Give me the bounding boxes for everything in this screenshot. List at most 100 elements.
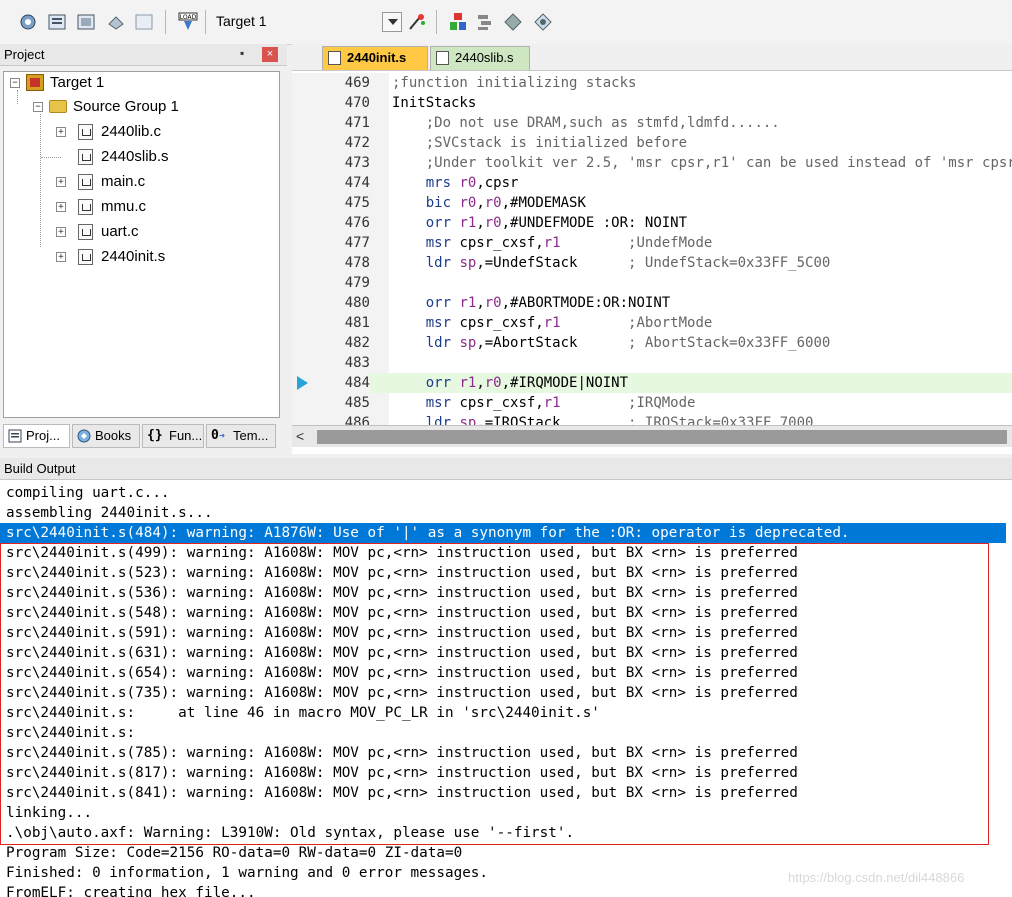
code-line[interactable]: 478 ldr sp,=UndefStack ; UndefStack=0x33… — [292, 253, 1012, 273]
build-output-panel: Build Output compiling uart.c... assembli… — [0, 458, 1012, 897]
project-header: Project ▪ × — [0, 44, 287, 66]
stop-build-icon[interactable] — [134, 12, 154, 32]
tree-connector — [41, 157, 61, 158]
code-line[interactable]: 474 mrs r0,cpsr — [292, 173, 1012, 193]
build-output-line[interactable]: src\2440init.s: — [6, 723, 1012, 743]
line-number: 473 — [344, 155, 370, 171]
line-number: 485 — [344, 395, 370, 411]
build-output-line[interactable]: src\2440init.s(654): warning: A1608W: MO… — [6, 663, 1012, 683]
code-line[interactable]: 482 ldr sp,=AbortStack ; AbortStack=0x33… — [292, 333, 1012, 353]
scroll-left-icon[interactable]: < — [296, 428, 304, 444]
code-line[interactable]: 475 bic r0,r0,#MODEMASK — [292, 193, 1012, 213]
code-text: msr cpsr_cxsf,r1 ;AbortMode — [425, 315, 713, 331]
code-line[interactable]: 473 ;Under toolkit ver 2.5, 'msr cpsr,r1… — [292, 153, 1012, 173]
code-text: ldr sp,=IRQStack ; IRQStack=0x33FF_7000 — [425, 415, 814, 425]
pin-icon[interactable]: ▪ — [240, 46, 244, 60]
code-line[interactable]: 483 — [292, 353, 1012, 373]
code-line[interactable]: 476 orr r1,r0,#UNDEFMODE :OR: NOINT — [292, 213, 1012, 233]
build-icon[interactable] — [47, 12, 67, 32]
target-select[interactable]: Target 1 — [216, 13, 267, 29]
tab-books[interactable]: Books — [72, 424, 140, 448]
manage-components-icon[interactable] — [448, 12, 468, 32]
tab-templates[interactable]: 0➜ Tem... — [206, 424, 276, 448]
build-output-line[interactable]: src\2440init.s(499): warning: A1608W: MO… — [6, 543, 1012, 563]
scrollbar-thumb[interactable] — [317, 430, 1007, 444]
expand-icon[interactable]: + — [56, 127, 66, 137]
build-output-line[interactable]: src\2440init.s(591): warning: A1608W: MO… — [6, 623, 1012, 643]
target-options-icon[interactable] — [407, 12, 427, 32]
pack-installer-icon[interactable] — [475, 12, 495, 32]
tab-label: Tem... — [233, 428, 269, 443]
collapse-icon[interactable]: − — [10, 78, 20, 88]
build-output-line[interactable]: .\obj\auto.axf: Warning: L3910W: Old syn… — [6, 823, 1012, 843]
build-output-line[interactable]: src\2440init.s(536): warning: A1608W: MO… — [6, 583, 1012, 603]
expand-icon[interactable]: + — [56, 202, 66, 212]
code-line[interactable]: 469 ;function initializing stacks — [292, 73, 1012, 93]
line-number: 469 — [344, 75, 370, 91]
close-icon[interactable]: × — [262, 47, 278, 62]
tab-functions[interactable]: {} Fun... — [142, 424, 204, 448]
folder-icon — [49, 100, 67, 113]
tab-2440init-s[interactable]: 2440init.s — [322, 46, 428, 70]
collapse-icon[interactable]: − — [33, 102, 43, 112]
build-output-line[interactable]: src\2440init.s(484): warning: A1876W: Us… — [0, 523, 1006, 543]
toolbar: LOAD Target 1 — [0, 0, 1012, 45]
chevron-down-icon[interactable] — [382, 12, 402, 32]
line-number: 478 — [344, 255, 370, 271]
build-output-line[interactable]: Program Size: Code=2156 RO-data=0 RW-dat… — [6, 843, 1012, 863]
build-output-line[interactable]: src\2440init.s(785): warning: A1608W: MO… — [6, 743, 1012, 763]
rebuild-icon[interactable] — [76, 12, 96, 32]
batch-build-icon[interactable] — [106, 12, 126, 32]
build-output-line[interactable]: compiling uart.c... — [6, 483, 1012, 503]
line-number: 482 — [344, 335, 370, 351]
translate-icon[interactable] — [18, 12, 38, 32]
tree-item-label: 2440init.s — [101, 248, 166, 265]
code-line[interactable]: 470 InitStacks — [292, 93, 1012, 113]
build-output-line[interactable]: src\2440init.s(817): warning: A1608W: MO… — [6, 763, 1012, 783]
code-line[interactable]: 471 ;Do not use DRAM,such as stmfd,ldmfd… — [292, 113, 1012, 133]
build-output-line[interactable]: src\2440init.s(735): warning: A1608W: MO… — [6, 683, 1012, 703]
file-icon — [328, 51, 341, 65]
build-output-line[interactable]: FromELF: creating hex file... — [6, 883, 1012, 897]
file-icon — [78, 174, 93, 190]
expand-icon[interactable]: + — [56, 227, 66, 237]
select-packs-icon[interactable] — [503, 12, 523, 32]
horizontal-scrollbar[interactable]: < — [292, 425, 1012, 447]
tree-item-label: mmu.c — [101, 198, 146, 215]
load-icon[interactable]: LOAD — [178, 12, 198, 32]
code-text: bic r0,r0,#MODEMASK — [425, 195, 586, 211]
build-output-line[interactable]: src\2440init.s(523): warning: A1608W: MO… — [6, 563, 1012, 583]
code-line[interactable]: 479 — [292, 273, 1012, 293]
manage-rte-icon[interactable] — [533, 12, 553, 32]
code-text: ;Under toolkit ver 2.5, 'msr cpsr,r1' ca… — [425, 155, 1012, 171]
code-line[interactable]: 486 ldr sp,=IRQStack ; IRQStack=0x33FF_7… — [292, 413, 1012, 425]
file-icon — [78, 199, 93, 215]
line-number: 477 — [344, 235, 370, 251]
build-output-line[interactable]: src\2440init.s(841): warning: A1608W: MO… — [6, 783, 1012, 803]
build-output-line[interactable]: src\2440init.s(631): warning: A1608W: MO… — [6, 643, 1012, 663]
code-line[interactable]: 480 orr r1,r0,#ABORTMODE:OR:NOINT — [292, 293, 1012, 313]
tree-item-label: uart.c — [101, 223, 139, 240]
build-output-line[interactable]: src\2440init.s(548): warning: A1608W: MO… — [6, 603, 1012, 623]
code-line[interactable]: 485 msr cpsr_cxsf,r1 ;IRQMode — [292, 393, 1012, 413]
code-line[interactable]: 484 orr r1,r0,#IRQMODE|NOINT — [292, 373, 1012, 393]
code-view[interactable]: 469 ;function initializing stacks 470 InitS… — [292, 73, 1012, 425]
code-text: ;Do not use DRAM,such as stmfd,ldmfd....… — [425, 115, 780, 131]
project-panel: Project ▪ × − Target 1 − Source Group 1 … — [0, 44, 287, 454]
build-log[interactable]: compiling uart.c... assembling 2440init.s… — [0, 483, 1012, 897]
tab-project[interactable]: Proj... — [3, 424, 70, 448]
code-line[interactable]: 481 msr cpsr_cxsf,r1 ;AbortMode — [292, 313, 1012, 333]
project-icon — [8, 429, 22, 443]
code-text: orr r1,r0,#ABORTMODE:OR:NOINT — [425, 295, 671, 311]
build-output-line[interactable]: assembling 2440init.s... — [6, 503, 1012, 523]
tab-2440slib-s[interactable]: 2440slib.s — [430, 46, 530, 70]
expand-icon[interactable]: + — [56, 252, 66, 262]
code-line[interactable]: 477 msr cpsr_cxsf,r1 ;UndefMode — [292, 233, 1012, 253]
code-text: InitStacks — [392, 95, 477, 111]
expand-icon[interactable]: + — [56, 177, 66, 187]
build-header: Build Output — [0, 458, 1012, 480]
build-output-line[interactable]: src\2440init.s: at line 46 in macro MOV_… — [6, 703, 1012, 723]
build-output-line[interactable]: linking... — [6, 803, 1012, 823]
panel-title: Project — [4, 47, 45, 62]
code-line[interactable]: 472 ;SVCstack is initialized before — [292, 133, 1012, 153]
